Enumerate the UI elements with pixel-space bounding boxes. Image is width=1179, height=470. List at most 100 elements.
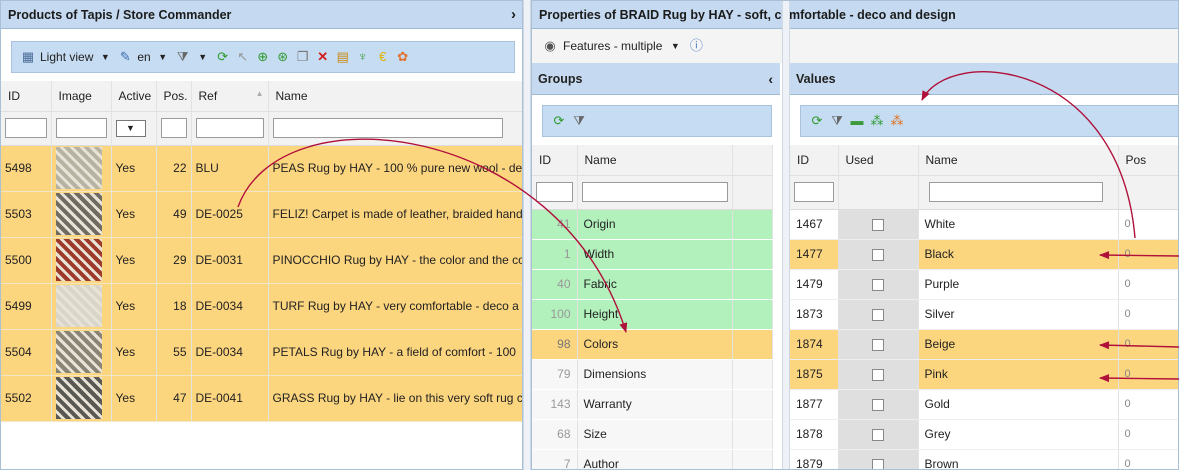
product-pos: 18 <box>156 283 192 330</box>
list-item[interactable]: 41 Origin <box>532 209 773 240</box>
dropdown-arrow-icon[interactable]: ▼ <box>97 49 113 65</box>
filter-active-select[interactable]: ▼ <box>115 119 146 137</box>
table-row[interactable]: 1479 Purple 0 <box>790 269 1178 300</box>
groups-title: Groups <box>538 72 583 86</box>
table-row[interactable]: 1875 Pink 0 <box>790 359 1178 390</box>
refresh-icon[interactable]: ⟳ <box>551 113 567 129</box>
used-checkbox[interactable] <box>872 308 884 321</box>
values-col-pos[interactable]: Pos <box>1118 145 1178 176</box>
groups-values-splitter[interactable] <box>782 1 790 469</box>
groups-filter-id-input[interactable] <box>536 182 573 202</box>
table-row[interactable]: 1477 Black 0 <box>790 239 1178 270</box>
copy-icon[interactable]: ❐ <box>295 49 311 65</box>
used-checkbox[interactable] <box>872 248 884 261</box>
values-col-used[interactable]: Used <box>838 145 919 176</box>
values-filter-name-input[interactable] <box>928 182 1103 202</box>
table-row[interactable]: 1877 Gold 0 <box>790 389 1178 420</box>
col-header-image[interactable]: Image <box>51 81 112 112</box>
col-header-name[interactable]: Name <box>268 81 522 112</box>
list-item[interactable]: 68 Size <box>532 419 773 450</box>
features-mode-select[interactable]: Features - multiple <box>563 39 662 53</box>
col-header-id[interactable]: ID <box>1 81 52 112</box>
used-checkbox[interactable] <box>872 218 884 231</box>
duplicate-icon[interactable]: ⊛ <box>275 49 291 65</box>
product-active[interactable]: Yes <box>111 283 157 330</box>
table-row[interactable]: 5503 Yes 49 DE-0025 FELIZ! Carpet is made of… <box>1 191 522 238</box>
used-checkbox[interactable] <box>872 458 884 469</box>
list-item[interactable]: 143 Warranty <box>532 389 773 420</box>
used-checkbox[interactable] <box>872 338 884 351</box>
light-view-select[interactable]: Light view <box>40 50 93 64</box>
edit-icon[interactable]: ▤ <box>335 49 351 65</box>
col-header-active[interactable]: Active <box>111 81 157 112</box>
used-checkbox[interactable] <box>872 428 884 441</box>
light-view-icon[interactable]: ▦ <box>20 49 36 65</box>
sort-icon[interactable]: ▲ <box>256 89 264 98</box>
collapse-right-icon[interactable]: › <box>511 1 516 29</box>
table-row[interactable]: 1879 Brown 0 <box>790 449 1178 469</box>
filter-image-input[interactable] <box>55 118 107 138</box>
value-id: 1878 <box>790 419 839 450</box>
product-active[interactable]: Yes <box>111 375 157 422</box>
groups-col-extra <box>732 145 773 176</box>
values-filter-cell-pos <box>1118 175 1178 210</box>
table-row[interactable]: 1467 White 0 <box>790 209 1178 240</box>
groups-filter-name-input[interactable] <box>581 182 728 202</box>
refresh-icon[interactable]: ⟳ <box>809 113 825 129</box>
dropdown-arrow-icon[interactable]: ▼ <box>155 49 171 65</box>
add-value-icon[interactable]: ⁂ <box>869 113 885 129</box>
list-item[interactable]: 79 Dimensions <box>532 359 773 390</box>
product-active[interactable]: Yes <box>111 191 157 238</box>
table-row[interactable]: 1873 Silver 0 <box>790 299 1178 330</box>
delete-icon[interactable]: ✕ <box>315 49 331 65</box>
filter-icon[interactable]: ⧩ <box>571 113 587 129</box>
add-icon[interactable]: ⊕ <box>255 49 271 65</box>
dropdown-arrow-icon[interactable]: ▼ <box>667 38 683 54</box>
col-header-ref[interactable]: Ref ▲ <box>191 81 269 112</box>
used-checkbox[interactable] <box>872 368 884 381</box>
used-checkbox[interactable] <box>872 398 884 411</box>
dropdown-arrow-icon[interactable]: ▼ <box>195 49 211 65</box>
used-checkbox[interactable] <box>872 278 884 291</box>
product-active[interactable]: Yes <box>111 145 157 192</box>
table-row[interactable]: 1878 Grey 0 <box>790 419 1178 450</box>
table-row[interactable]: 1874 Beige 0 <box>790 329 1178 360</box>
filter-icon[interactable]: ⧩ <box>175 49 191 65</box>
table-row[interactable]: 5499 Yes 18 DE-0034 TURF Rug by HAY - very c… <box>1 283 522 330</box>
select-pointer-icon[interactable]: ↖ <box>235 49 251 65</box>
shop-icon[interactable]: ♆ <box>355 49 371 65</box>
refresh-icon[interactable]: ⟳ <box>215 49 231 65</box>
price-icon[interactable]: € <box>375 49 391 65</box>
collapse-left-icon[interactable]: ‹ <box>768 63 773 95</box>
folder-icon[interactable]: ▬ <box>849 113 865 129</box>
list-item[interactable]: 7 Author <box>532 449 773 469</box>
settings-icon[interactable]: ✿ <box>395 49 411 65</box>
values-col-id[interactable]: ID <box>790 145 839 176</box>
list-item[interactable]: 98 Colors <box>532 329 773 360</box>
help-icon[interactable]: ⓘ <box>688 38 704 54</box>
filter-icon[interactable]: ⧩ <box>829 113 845 129</box>
table-row[interactable]: 5502 Yes 47 DE-0041 GRASS Rug by HAY - lie o… <box>1 375 522 422</box>
panel-splitter[interactable] <box>523 0 531 470</box>
table-row[interactable]: 5498 Yes 22 BLU PEAS Rug by HAY - 100 % pure… <box>1 145 522 192</box>
product-active[interactable]: Yes <box>111 237 157 284</box>
values-filter-id-input[interactable] <box>794 182 834 202</box>
list-item[interactable]: 100 Height <box>532 299 773 330</box>
filter-ref-input[interactable] <box>195 118 264 138</box>
group-id: 79 <box>532 359 578 390</box>
table-row[interactable]: 5500 Yes 29 DE-0031 PINOCCHIO Rug by HAY - t… <box>1 237 522 284</box>
table-row[interactable]: 5504 Yes 55 DE-0034 PETALS Rug by HAY - a fi… <box>1 329 522 376</box>
groups-col-id[interactable]: ID <box>532 145 578 176</box>
filter-name-input[interactable] <box>272 118 503 138</box>
properties-panel: Properties of BRAID Rug by HAY - soft, c… <box>531 0 1179 470</box>
groups-col-name[interactable]: Name <box>577 145 733 176</box>
values-col-name[interactable]: Name <box>918 145 1119 176</box>
list-item[interactable]: 1 Width <box>532 239 773 270</box>
filter-pos-input[interactable] <box>160 118 187 138</box>
language-select[interactable]: en <box>137 50 150 64</box>
product-active[interactable]: Yes <box>111 329 157 376</box>
list-item[interactable]: 40 Fabric <box>532 269 773 300</box>
filter-id-input[interactable] <box>5 118 47 138</box>
remove-value-icon[interactable]: ⁂ <box>889 113 905 129</box>
col-header-pos[interactable]: Pos. <box>156 81 192 112</box>
